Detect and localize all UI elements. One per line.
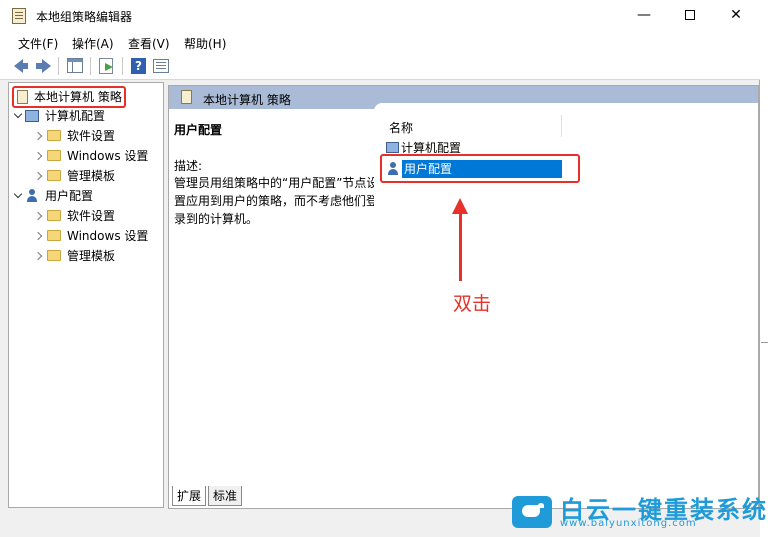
toolbar-divider (90, 57, 91, 75)
double-click-annotation: 双击 (453, 293, 492, 315)
bird-logo-icon (512, 496, 552, 528)
menu-bar: 文件(F) 操作(A) 查看(V) 帮助(H) (0, 31, 760, 53)
chevron-right-icon[interactable] (33, 251, 43, 261)
tree-item-label: Windows 设置 (67, 229, 149, 243)
export-list-button[interactable] (98, 57, 116, 75)
show-hide-tree-button[interactable] (66, 57, 84, 75)
toolbar-divider (122, 57, 123, 75)
chevron-down-icon[interactable] (13, 109, 23, 119)
tree-item-label: 管理模板 (67, 249, 116, 263)
details-header-title: 本地计算机 策略 (203, 93, 291, 107)
back-arrow-icon (14, 59, 28, 73)
console-tree-icon (67, 58, 83, 73)
tree-item-label: 用户配置 (45, 189, 94, 203)
column-divider[interactable] (561, 115, 562, 137)
tree-item-user-config[interactable]: 用户配置 (13, 186, 93, 206)
maximize-icon (685, 10, 695, 20)
chevron-right-icon[interactable] (33, 211, 43, 221)
back-button[interactable] (12, 57, 30, 75)
tree-item-label: 软件设置 (67, 129, 116, 143)
title-bar[interactable]: 本地组策略编辑器 — ✕ (0, 0, 760, 31)
tree-item-label: Windows 设置 (67, 149, 149, 163)
menu-file[interactable]: 文件(F) (18, 35, 58, 52)
menu-view[interactable]: 查看(V) (128, 35, 170, 52)
properties-button[interactable] (152, 57, 170, 75)
help-icon: ? (131, 58, 146, 74)
help-button[interactable]: ? (130, 57, 148, 75)
column-header-name[interactable]: 名称 (389, 119, 413, 136)
menu-action[interactable]: 操作(A) (72, 35, 114, 52)
tree-root-local-policy[interactable]: 本地计算机 策略 (12, 86, 126, 108)
description-text: 管理员用组策略中的“用户配置”节点设置应用到用户的策略，而不考虑他们登录到的计算… (174, 176, 379, 226)
policy-document-icon (181, 90, 192, 104)
computer-icon (25, 109, 39, 122)
tree-item-computer-admin-templates[interactable]: 管理模板 (33, 166, 116, 186)
background-window-divider (761, 342, 768, 362)
details-pane: 本地计算机 策略 用户配置 描述: 管理员用组策略中的“用户配置”节点设置应用到… (168, 85, 759, 509)
properties-icon (153, 59, 169, 73)
gpedit-window: 本地组策略编辑器 — ✕ 文件(F) 操作(A) 查看(V) 帮助(H) ? 本… (0, 0, 760, 537)
tree-item-label: 计算机配置 (45, 109, 106, 123)
close-button[interactable]: ✕ (713, 0, 759, 31)
tree-item-computer-windows[interactable]: Windows 设置 (33, 146, 149, 166)
list-item-label: 计算机配置 (401, 141, 462, 155)
selected-item-title: 用户配置 (174, 123, 223, 137)
folder-icon (47, 130, 61, 141)
folder-icon (47, 230, 61, 241)
background-window-edge (761, 0, 768, 537)
window-title: 本地组策略编辑器 (36, 10, 133, 24)
menu-help[interactable]: 帮助(H) (184, 35, 226, 52)
console-tree: 本地计算机 策略 计算机配置 软件设置 Windows 设置 管理模板 用户配置… (8, 82, 164, 508)
tree-item-computer-config[interactable]: 计算机配置 (13, 106, 105, 126)
policy-app-icon (12, 8, 26, 24)
export-icon (99, 58, 113, 74)
arrow-shaft (459, 211, 462, 281)
tree-item-computer-software[interactable]: 软件设置 (33, 126, 116, 146)
folder-icon (47, 210, 61, 221)
chevron-right-icon[interactable] (33, 151, 43, 161)
chevron-right-icon[interactable] (33, 231, 43, 241)
tree-root-label: 本地计算机 策略 (34, 90, 122, 104)
highlight-rectangle (380, 154, 580, 183)
watermark-url: www.baiyunxitong.com (560, 518, 697, 529)
toolbar: ? (0, 53, 760, 80)
minimize-button[interactable]: — (621, 0, 667, 31)
policy-document-icon (17, 89, 28, 104)
tree-item-user-software[interactable]: 软件设置 (33, 206, 116, 226)
tree-item-label: 软件设置 (67, 209, 116, 223)
tab-extended[interactable]: 扩展 (172, 486, 206, 506)
tree-item-user-admin-templates[interactable]: 管理模板 (33, 246, 116, 266)
forward-button[interactable] (34, 57, 52, 75)
tab-standard[interactable]: 标准 (208, 486, 242, 506)
maximize-button[interactable] (667, 0, 713, 31)
computer-icon (386, 142, 399, 153)
users-icon (25, 188, 39, 203)
chevron-right-icon[interactable] (33, 171, 43, 181)
chevron-right-icon[interactable] (33, 131, 43, 141)
tree-item-label: 管理模板 (67, 169, 116, 183)
folder-icon (47, 250, 61, 261)
folder-icon (47, 150, 61, 161)
folder-icon (47, 170, 61, 181)
tree-item-user-windows[interactable]: Windows 设置 (33, 226, 149, 246)
toolbar-divider (58, 57, 59, 75)
chevron-down-icon[interactable] (13, 189, 23, 199)
description-label: 描述: (174, 159, 203, 173)
forward-arrow-icon (36, 59, 51, 73)
